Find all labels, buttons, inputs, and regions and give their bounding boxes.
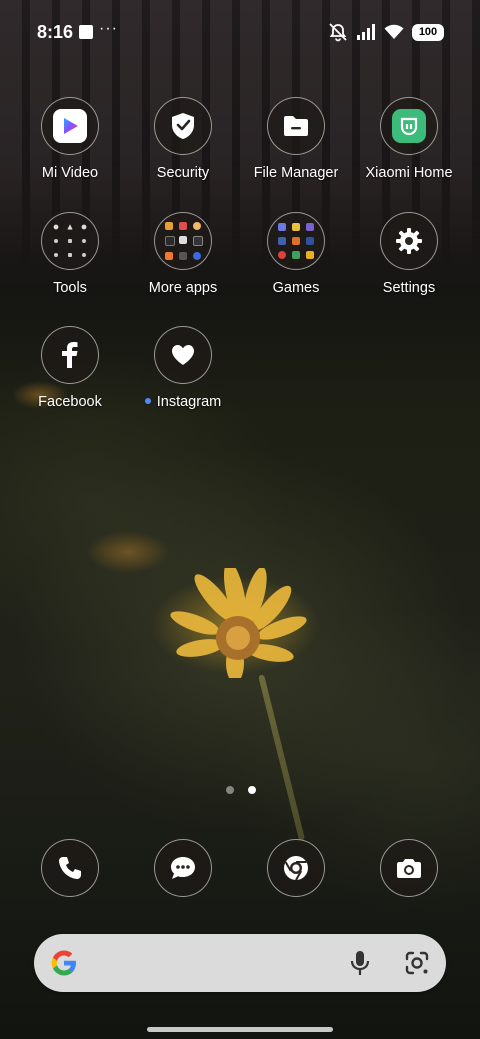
folder-icon xyxy=(284,116,308,136)
silent-bell-icon xyxy=(329,23,347,42)
wallpaper-flower xyxy=(170,568,307,678)
dock-messages[interactable] xyxy=(154,839,212,897)
notification-square-icon xyxy=(79,25,93,39)
signal-icon xyxy=(357,24,375,40)
play-icon xyxy=(53,109,87,143)
dock-phone[interactable] xyxy=(41,839,99,897)
google-search-bar[interactable] xyxy=(34,934,446,992)
app-label: More apps xyxy=(148,280,218,296)
app-label-wrap: Instagram xyxy=(127,394,239,410)
app-instagram[interactable]: Instagram xyxy=(127,326,239,410)
folder-icon xyxy=(165,222,203,260)
app-xiaomi-home[interactable]: Xiaomi Home xyxy=(353,97,465,181)
battery-icon: 100 xyxy=(412,23,444,41)
microphone-icon[interactable] xyxy=(350,950,370,976)
shield-icon xyxy=(172,113,194,139)
phone-icon xyxy=(59,857,81,879)
app-label: Mi Video xyxy=(41,165,99,181)
heart-icon xyxy=(172,345,194,365)
status-bar: 8:16 ··· 100 xyxy=(0,0,480,64)
app-label: Instagram xyxy=(156,394,222,410)
facebook-icon xyxy=(62,342,78,368)
folder-icon xyxy=(278,223,314,259)
wifi-icon xyxy=(384,24,404,39)
app-label: Tools xyxy=(53,280,87,296)
app-label: Games xyxy=(272,280,320,296)
app-label: Facebook xyxy=(38,394,102,410)
lens-icon[interactable] xyxy=(404,950,430,976)
google-g-icon[interactable] xyxy=(48,947,80,979)
app-security[interactable]: Security xyxy=(127,97,239,181)
page-dot-2[interactable] xyxy=(248,786,256,794)
camera-icon xyxy=(397,859,421,878)
app-facebook[interactable]: Facebook xyxy=(14,326,126,410)
app-label: File Manager xyxy=(253,165,339,181)
app-label: Xiaomi Home xyxy=(365,165,453,181)
gear-icon xyxy=(396,228,422,254)
dock-camera[interactable] xyxy=(380,839,438,897)
chrome-icon xyxy=(284,856,308,881)
clock: 8:16 xyxy=(37,22,74,42)
app-label: Security xyxy=(156,165,210,181)
dock-browser[interactable] xyxy=(267,839,325,897)
app-mi-video[interactable]: Mi Video xyxy=(14,97,126,181)
home-gesture-bar[interactable] xyxy=(147,1027,333,1032)
chat-bubble-icon xyxy=(171,857,195,879)
folder-icon xyxy=(52,223,88,259)
app-settings[interactable]: Settings xyxy=(353,212,465,296)
more-notifications-indicator: ··· xyxy=(99,20,118,37)
page-indicator[interactable] xyxy=(226,786,256,794)
new-install-dot xyxy=(144,398,151,404)
app-label: Settings xyxy=(382,280,436,296)
app-file-manager[interactable]: File Manager xyxy=(240,97,352,181)
folder-games[interactable]: Games xyxy=(240,212,352,296)
folder-tools[interactable]: Tools xyxy=(14,212,126,296)
folder-more-apps[interactable]: More apps xyxy=(127,212,239,296)
page-dot-1[interactable] xyxy=(226,786,234,794)
mi-home-icon xyxy=(392,109,426,143)
